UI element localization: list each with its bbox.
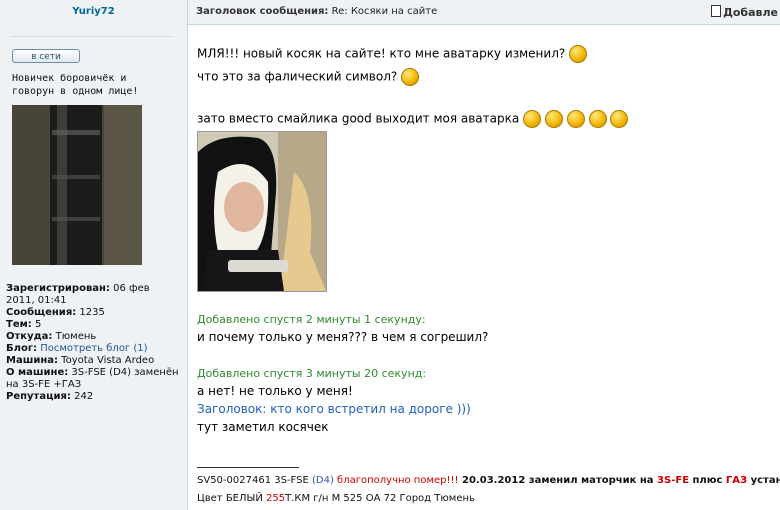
smiley-icon: [566, 110, 585, 128]
username-link[interactable]: Yuriy72: [0, 6, 187, 17]
online-status-button: в сети: [12, 49, 80, 63]
post-line-1: МЛЯ!!! новый косяк на сайте! кто мне ава…: [197, 45, 588, 63]
post-line-2: что это за фалический символ?: [197, 68, 420, 86]
detail-posts: Сообщения: 1235: [6, 307, 105, 318]
detail-blog: Блог: Посмотреть блог (1): [6, 343, 148, 354]
post-header: Заголовок сообщения: Re: Косяки на сайте…: [188, 0, 780, 25]
topic-link[interactable]: Заголовок: кто кого встретил на дороге )…: [197, 402, 471, 416]
document-icon: [711, 5, 722, 17]
nun-photo-image: [198, 132, 326, 291]
signature-line-2: Цвет БЕЛЫЙ 255Т.КМ г/н М 525 ОА 72 Город…: [197, 493, 475, 504]
detail-registered: Зарегистрирован: 06 фев 2011, 01:41: [6, 283, 150, 306]
avatar: [12, 105, 142, 265]
post-line-5: а нет! не только у меня!: [197, 384, 353, 398]
user-rank: Новичек боровичёк и говорун в одном лице…: [12, 73, 139, 97]
post-line-6: тут заметил косячек: [197, 420, 329, 434]
post-image: [197, 131, 327, 292]
detail-car: Машина: Toyota Vista Ardeo: [6, 355, 155, 366]
signature-divider: [197, 467, 299, 468]
smiley-icon: [523, 110, 542, 128]
signature-line-1: SV50-0027461 3S-FSE (D4) благополучно по…: [197, 475, 780, 486]
post-line-3: зато вместо смайлика good выходит моя ав…: [197, 110, 629, 128]
detail-location: Откуда: Тюмень: [6, 331, 97, 342]
grin-smiley-icon: [401, 68, 420, 86]
smiley-icon: [588, 110, 607, 128]
user-profile-panel: Yuriy72 в сети Новичек боровичёк и говор…: [0, 0, 188, 510]
detail-about-car: О машине: 3S-FSE (D4) заменён на 3S-FE +…: [6, 367, 179, 390]
divider: [10, 36, 173, 37]
detail-reputation: Репутация: 242: [6, 391, 94, 402]
smiley-icon: [544, 110, 563, 128]
blog-link[interactable]: Посмотреть блог (1): [40, 343, 147, 354]
detail-topics: Тем: 5: [6, 319, 42, 330]
add-button[interactable]: Добавле: [711, 5, 778, 19]
user-details: Зарегистрирован: 06 фев 2011, 01:41 Сооб…: [6, 283, 181, 403]
added-notice-2: Добавлено спустя 3 минуты 20 секунд:: [197, 367, 427, 380]
smiley-icon: [610, 110, 629, 128]
added-notice-1: Добавлено спустя 2 минуты 1 секунду:: [197, 313, 426, 326]
post-subject: Заголовок сообщения: Re: Косяки на сайте: [196, 6, 438, 17]
post-line-4: и почему только у меня??? в чем я согреш…: [197, 330, 489, 344]
forum-post: Yuriy72 в сети Новичек боровичёк и говор…: [0, 0, 780, 510]
avatar-image: [12, 105, 142, 265]
shocked-smiley-icon: [569, 45, 588, 63]
